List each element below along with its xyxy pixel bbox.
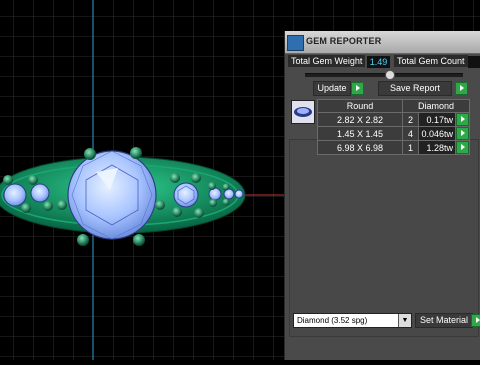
row-size: 1.45 X 1.45 bbox=[317, 126, 403, 141]
panel-title-bar[interactable]: GEM REPORTER bbox=[285, 31, 480, 54]
update-go-icon[interactable] bbox=[351, 82, 364, 95]
gem-table-header: Round Diamond bbox=[317, 99, 470, 113]
row-size: 6.98 X 6.98 bbox=[317, 140, 403, 155]
material-dropdown[interactable]: Diamond (3.52 spg) ▼ bbox=[293, 313, 412, 328]
save-report-button[interactable]: Save Report bbox=[378, 81, 452, 96]
gem-thumbnail-icon bbox=[291, 100, 315, 124]
set-material-go-icon[interactable] bbox=[471, 314, 480, 327]
report-area bbox=[289, 139, 479, 337]
save-report-go-icon[interactable] bbox=[455, 82, 468, 95]
app-icon bbox=[287, 35, 304, 51]
gem-table: Round Diamond 2.82 X 2.82 2 0.17tw 1.45 … bbox=[317, 99, 470, 155]
row-weight: 0.046tw bbox=[418, 126, 456, 141]
panel-title: GEM REPORTER bbox=[306, 36, 382, 46]
row-count: 2 bbox=[402, 112, 419, 127]
row-go-cell bbox=[455, 126, 470, 141]
total-gem-count-value bbox=[468, 56, 480, 68]
row-weight: 0.17tw bbox=[418, 112, 456, 127]
table-row[interactable]: 6.98 X 6.98 1 1.28tw bbox=[317, 140, 470, 155]
row-go-icon[interactable] bbox=[456, 141, 469, 154]
material-value: Diamond (3.52 spg) bbox=[297, 316, 368, 325]
header-material: Diamond bbox=[402, 99, 470, 113]
row-size: 2.82 X 2.82 bbox=[317, 112, 403, 127]
total-gem-count-label: Total Gem Count bbox=[394, 55, 468, 67]
row-go-cell bbox=[455, 112, 470, 127]
update-button[interactable]: Update bbox=[313, 81, 351, 96]
row-count: 1 bbox=[402, 140, 419, 155]
row-go-icon[interactable] bbox=[456, 113, 469, 126]
table-row[interactable]: 2.82 X 2.82 2 0.17tw bbox=[317, 112, 470, 127]
header-shape: Round bbox=[317, 99, 403, 113]
set-material-button[interactable]: Set Material bbox=[415, 313, 473, 328]
center-stone[interactable] bbox=[67, 150, 157, 240]
chevron-down-icon[interactable]: ▼ bbox=[398, 314, 411, 327]
table-row[interactable]: 1.45 X 1.45 4 0.046tw bbox=[317, 126, 470, 141]
total-gem-weight-value: 1.49 bbox=[367, 56, 390, 68]
row-go-cell bbox=[455, 140, 470, 155]
row-go-icon[interactable] bbox=[456, 127, 469, 140]
panel-slider-handle[interactable] bbox=[385, 70, 395, 80]
row-weight: 1.28tw bbox=[418, 140, 456, 155]
row-count: 4 bbox=[402, 126, 419, 141]
gem-reporter-panel: GEM REPORTER Total Gem Weight 1.49 Total… bbox=[284, 31, 480, 360]
panel-slider-track[interactable] bbox=[305, 73, 463, 77]
total-gem-weight-label: Total Gem Weight bbox=[288, 55, 366, 67]
